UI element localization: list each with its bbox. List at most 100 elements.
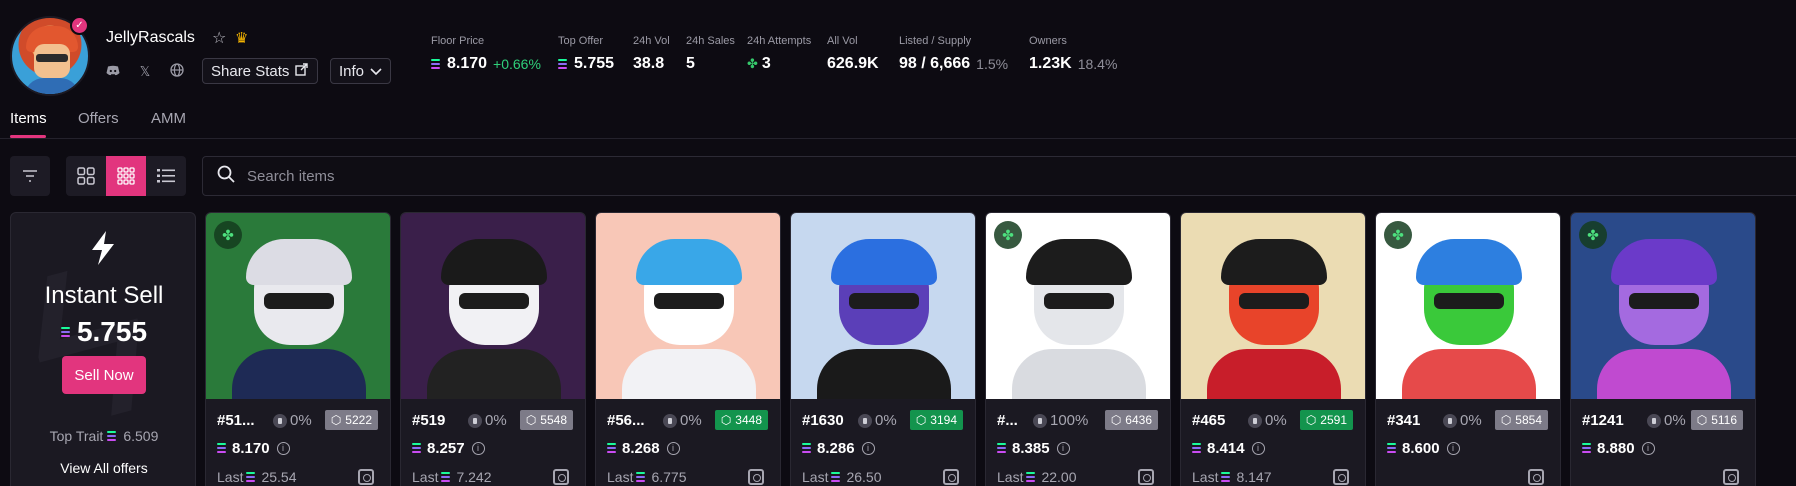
favorite-star-icon[interactable]: ☆ — [212, 28, 226, 48]
nft-image[interactable] — [401, 213, 585, 399]
nft-percent-value: 0% — [485, 412, 507, 429]
search-bar — [202, 156, 1796, 196]
search-input[interactable] — [247, 167, 747, 185]
info-icon[interactable]: i — [666, 442, 680, 455]
nft-price-value: 8.600 — [1402, 440, 1440, 457]
nft-percent-value: 100% — [1050, 412, 1089, 429]
sol-icon — [831, 471, 841, 483]
nft-price: 8.414 i — [1192, 440, 1265, 457]
info-icon[interactable]: i — [276, 442, 290, 455]
stat-number: 1.23K — [1029, 55, 1072, 72]
view-all-offers-link[interactable]: View All offers — [11, 460, 195, 476]
stat-change: +0.66% — [493, 56, 541, 72]
info-dropdown-button[interactable]: Info — [330, 58, 392, 84]
clover-icon: ✤ — [747, 56, 758, 71]
scan-icon[interactable] — [358, 469, 374, 485]
info-icon[interactable]: i — [861, 442, 875, 455]
crown-icon: ♛ — [235, 30, 249, 47]
large-grid-view-button[interactable] — [66, 156, 106, 196]
nft-name: #1241 — [1582, 412, 1624, 429]
stat-value: 5 — [686, 55, 695, 73]
instant-sell-price: 5.755 — [11, 316, 195, 348]
nft-card[interactable]: ✤ #... 100% ⬡ 6436 8.385 i Last 22.00 — [985, 212, 1171, 486]
scan-icon[interactable] — [1333, 469, 1349, 485]
stat-label: Listed / Supply — [899, 35, 972, 47]
website-globe-icon[interactable] — [168, 63, 186, 81]
last-sale-label: Last — [1192, 469, 1219, 485]
nft-image[interactable]: ✤ — [1571, 213, 1755, 399]
filter-button[interactable] — [10, 156, 50, 196]
last-sale-label: Last — [607, 469, 634, 485]
scan-icon[interactable] — [1723, 469, 1739, 485]
scan-icon[interactable] — [1528, 469, 1544, 485]
nft-image[interactable]: ✤ — [986, 213, 1170, 399]
nft-card[interactable]: #519 0% ⬡ 5548 8.257 i Last 7.242 — [400, 212, 586, 486]
top-trait: Top Trait 6.509 — [11, 428, 195, 444]
clover-icon: ✤ — [1579, 221, 1607, 249]
stat-value: ✤ 3 — [747, 55, 771, 73]
nft-image[interactable] — [1181, 213, 1365, 399]
last-sale-value: 7.242 — [456, 469, 492, 485]
nft-price-value: 8.268 — [622, 440, 660, 457]
lock-icon — [663, 413, 677, 428]
list-view-button[interactable] — [146, 156, 186, 196]
small-grid-view-button[interactable] — [106, 156, 146, 196]
nft-name: #56... — [607, 412, 645, 429]
nft-card[interactable]: ✤ #341 0% ⬡ 5854 8.600 i — [1375, 212, 1561, 486]
tab-items[interactable]: Items — [10, 110, 47, 127]
tab-offers[interactable]: Offers — [78, 110, 119, 127]
nft-card[interactable]: #465 0% ⬡ 2591 8.414 i Last 8.147 — [1180, 212, 1366, 486]
nft-image[interactable]: ✤ — [206, 213, 390, 399]
nft-card[interactable]: #56... 0% ⬡ 3448 8.268 i Last 6.775 — [595, 212, 781, 486]
clover-icon: ✤ — [994, 221, 1022, 249]
tabs-divider — [0, 138, 1796, 139]
discord-icon[interactable] — [104, 63, 122, 81]
sol-icon — [607, 443, 616, 454]
rank-icon: ⬡ — [1500, 413, 1512, 427]
nft-image[interactable]: ✤ — [1376, 213, 1560, 399]
top-trait-value: 6.509 — [123, 428, 159, 444]
nft-price-value: 8.286 — [817, 440, 855, 457]
scan-icon[interactable] — [943, 469, 959, 485]
info-icon[interactable]: i — [1641, 442, 1655, 455]
chevron-down-icon — [370, 63, 382, 80]
nft-card[interactable]: ✤ #1241 0% ⬡ 5116 8.880 i — [1570, 212, 1756, 486]
rank-icon: ⬡ — [915, 413, 927, 427]
last-sale-label: Last — [997, 469, 1024, 485]
nft-price-value: 8.385 — [1012, 440, 1050, 457]
nft-price-value: 8.257 — [427, 440, 465, 457]
top-trait-label: Top Trait — [49, 428, 104, 444]
share-stats-button[interactable]: Share Stats — [202, 58, 319, 84]
scan-icon[interactable] — [748, 469, 764, 485]
sol-icon — [246, 471, 256, 483]
nft-name: #519 — [412, 412, 446, 429]
nft-name: #... — [997, 412, 1018, 429]
nft-image[interactable] — [791, 213, 975, 399]
info-icon[interactable]: i — [471, 442, 485, 455]
x-twitter-icon[interactable]: 𝕏 — [136, 63, 154, 81]
collection-name: JellyRascals — [106, 29, 195, 46]
sol-icon — [558, 58, 567, 70]
nft-name: #465 — [1192, 412, 1226, 429]
nft-card[interactable]: ✤ #51... 0% ⬡ 5222 8.170 i Last 25.54 — [205, 212, 391, 486]
info-label: Info — [339, 62, 365, 80]
info-icon[interactable]: i — [1251, 442, 1265, 455]
stat-label: All Vol — [827, 35, 858, 47]
nft-card[interactable]: #1630 0% ⬡ 3194 8.286 i Last 26.50 — [790, 212, 976, 486]
stat-label: 24h Attempts — [747, 35, 812, 47]
rank-badge: ⬡ 3448 — [714, 410, 768, 430]
nft-percent: 100% — [1033, 412, 1088, 429]
tab-amm[interactable]: AMM — [151, 110, 186, 127]
stat-number: 626.9K — [827, 55, 879, 72]
sol-icon — [1582, 443, 1591, 454]
sell-now-button[interactable]: Sell Now — [62, 356, 146, 394]
scan-icon[interactable] — [553, 469, 569, 485]
last-sale: Last 6.775 — [607, 469, 687, 485]
sol-icon — [1026, 471, 1036, 483]
info-icon[interactable]: i — [1446, 442, 1460, 455]
rank-value: 5222 — [345, 413, 372, 427]
sol-icon — [1192, 443, 1201, 454]
nft-image[interactable] — [596, 213, 780, 399]
scan-icon[interactable] — [1138, 469, 1154, 485]
info-icon[interactable]: i — [1056, 442, 1070, 455]
